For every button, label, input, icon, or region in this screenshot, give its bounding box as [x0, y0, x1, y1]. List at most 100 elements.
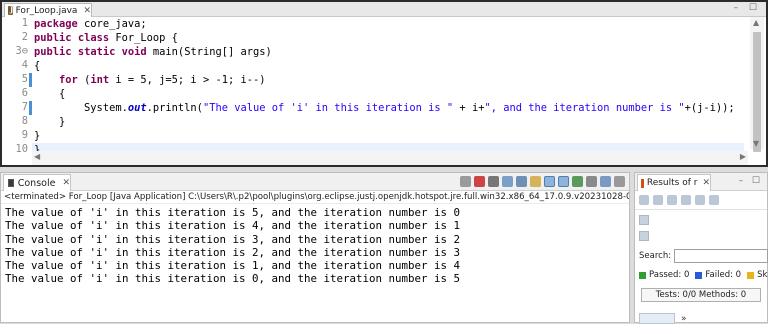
scroll-up-icon[interactable]: ▲	[753, 18, 759, 27]
field-reference: out	[127, 102, 147, 114]
terminate-icon[interactable]	[460, 176, 471, 187]
code-text: .println(	[146, 102, 203, 114]
skipped-counter: Ski	[747, 270, 768, 280]
remove-launch-icon[interactable]	[474, 176, 485, 187]
line-number: 5	[21, 73, 28, 85]
previous-failure-icon[interactable]	[667, 195, 677, 205]
results-toolbar	[635, 191, 767, 210]
passed-label: Passed: 0	[649, 270, 690, 280]
results-bottom-tab[interactable]	[639, 313, 675, 324]
pin-console-icon[interactable]	[572, 176, 583, 187]
editor-body[interactable]: 1 2 3⊖ 4 5 6 7 8 9 10 package core_java;…	[2, 17, 766, 165]
failed-icon	[695, 271, 703, 279]
tab-label: Console	[17, 177, 56, 189]
output-line: The value of 'i' in this iteration is 2,…	[5, 245, 461, 259]
output-line: The value of 'i' in this iteration is 0,…	[5, 272, 461, 286]
line-number: 1	[21, 17, 28, 29]
close-icon[interactable]: ✕	[702, 178, 710, 188]
terminated-status: <terminated> For_Loop [Java Application]…	[1, 191, 629, 204]
line-number: 10	[15, 143, 28, 155]
string-literal: ", and the iteration number is "	[484, 102, 685, 114]
rerun-failed-icon[interactable]	[695, 195, 705, 205]
scroll-right-icon[interactable]: ▶	[740, 152, 746, 161]
output-line: The value of 'i' in this iteration is 5,…	[5, 206, 461, 219]
code-line-9: }	[34, 130, 41, 142]
code-text: (	[77, 74, 91, 86]
code-text: + i+	[453, 102, 485, 114]
results-side-icons	[639, 215, 651, 247]
line-number: 6	[21, 87, 28, 99]
new-console-icon[interactable]	[600, 176, 611, 187]
editor-horizontal-scrollbar[interactable]: ◀ ▶	[32, 151, 748, 165]
show-on-output-icon[interactable]	[544, 176, 555, 187]
scroll-left-icon[interactable]: ◀	[34, 152, 40, 161]
output-line: The value of 'i' in this iteration is 3,…	[5, 232, 461, 246]
line-number: 4	[21, 59, 28, 71]
link-icon[interactable]	[639, 231, 649, 241]
test-results-view[interactable]: Results of r ✕ – ☐ Search: Passed: 0 Fai…	[634, 172, 768, 324]
code-text: core_java;	[77, 18, 147, 30]
keyword: public	[34, 32, 72, 44]
word-wrap-icon[interactable]	[530, 176, 541, 187]
line-number-gutter: 1 2 3⊖ 4 5 6 7 8 9 10	[2, 17, 32, 165]
clear-console-icon[interactable]	[502, 176, 513, 187]
output-line: The value of 'i' in this iteration is 1,…	[5, 259, 461, 273]
java-file-icon	[8, 5, 13, 15]
tab-console[interactable]: Console ✕	[3, 174, 71, 191]
output-line: The value of 'i' in this iteration is 4,…	[5, 219, 461, 233]
tests-summary: Tests: 0/0 Methods: 0	[641, 288, 761, 302]
scroll-lock-icon[interactable]	[516, 176, 527, 187]
tab-for-loop-java[interactable]: For_Loop.java ✕	[4, 3, 92, 17]
scroll-down-icon[interactable]: ▼	[753, 139, 759, 148]
code-editor[interactable]: For_Loop.java ✕ – ☐ 1 2 3⊖ 4 5 6 7 8 9 1…	[0, 0, 768, 167]
history-icon[interactable]	[709, 195, 719, 205]
testng-icon	[641, 178, 644, 188]
results-window-controls[interactable]: – ☐	[739, 176, 763, 186]
line-number: 2	[21, 31, 28, 43]
show-on-error-icon[interactable]	[558, 176, 569, 187]
code-line-6: {	[34, 88, 66, 100]
search-label: Search:	[639, 251, 672, 261]
source-code[interactable]: package core_java; public class For_Loop…	[34, 17, 735, 161]
view-menu-icon[interactable]	[614, 176, 625, 187]
results-counters: Passed: 0 Failed: 0 Ski	[639, 270, 768, 280]
collapse-icon[interactable]	[639, 195, 649, 205]
code-line-3: public static void main(String[] args)	[34, 45, 272, 59]
editor-vertical-scrollbar[interactable]: ▲ ▼	[750, 17, 764, 152]
close-icon[interactable]: ✕	[62, 178, 70, 188]
string-literal: "The value of 'i' in this iteration is "	[202, 102, 454, 114]
code-line-2: public class For_Loop {	[34, 31, 178, 45]
scroll-thumb[interactable]	[753, 32, 761, 152]
console-icon	[8, 179, 14, 187]
line-number: 8	[21, 115, 28, 127]
code-line-7: System.out.println("The value of 'i' in …	[34, 101, 735, 115]
code-line-4: {	[34, 60, 41, 72]
passed-counter: Passed: 0	[639, 270, 689, 280]
close-icon[interactable]: ✕	[83, 6, 91, 16]
skipped-label: Ski	[757, 270, 768, 280]
keyword: for	[59, 74, 78, 86]
next-failure-icon[interactable]	[653, 195, 663, 205]
tab-label: Results of r	[646, 178, 698, 188]
layout-icon[interactable]	[639, 215, 649, 225]
editor-window-controls[interactable]: – ☐	[734, 3, 761, 13]
keyword: void	[121, 46, 147, 58]
line-number[interactable]: 3⊖	[2, 45, 28, 57]
console-view[interactable]: Console ✕ <terminated> For_Loop [Java Ap…	[0, 172, 630, 323]
search-input[interactable]	[674, 249, 768, 263]
line-number: 7	[21, 101, 28, 113]
rerun-icon[interactable]	[681, 195, 691, 205]
display-console-icon[interactable]	[586, 176, 597, 187]
console-toolbar	[460, 176, 625, 187]
keyword: public	[34, 46, 72, 58]
remove-all-icon[interactable]	[488, 176, 499, 187]
line-number: 9	[21, 129, 28, 141]
console-output[interactable]: The value of 'i' in this iteration is 5,…	[1, 204, 629, 286]
search-row: Search:	[639, 249, 768, 263]
failed-counter: Failed: 0	[695, 270, 741, 280]
keyword: class	[77, 32, 110, 44]
tab-results[interactable]: Results of r ✕	[637, 174, 711, 191]
code-text: For_Loop {	[109, 32, 178, 44]
code-text: System.	[34, 102, 128, 114]
